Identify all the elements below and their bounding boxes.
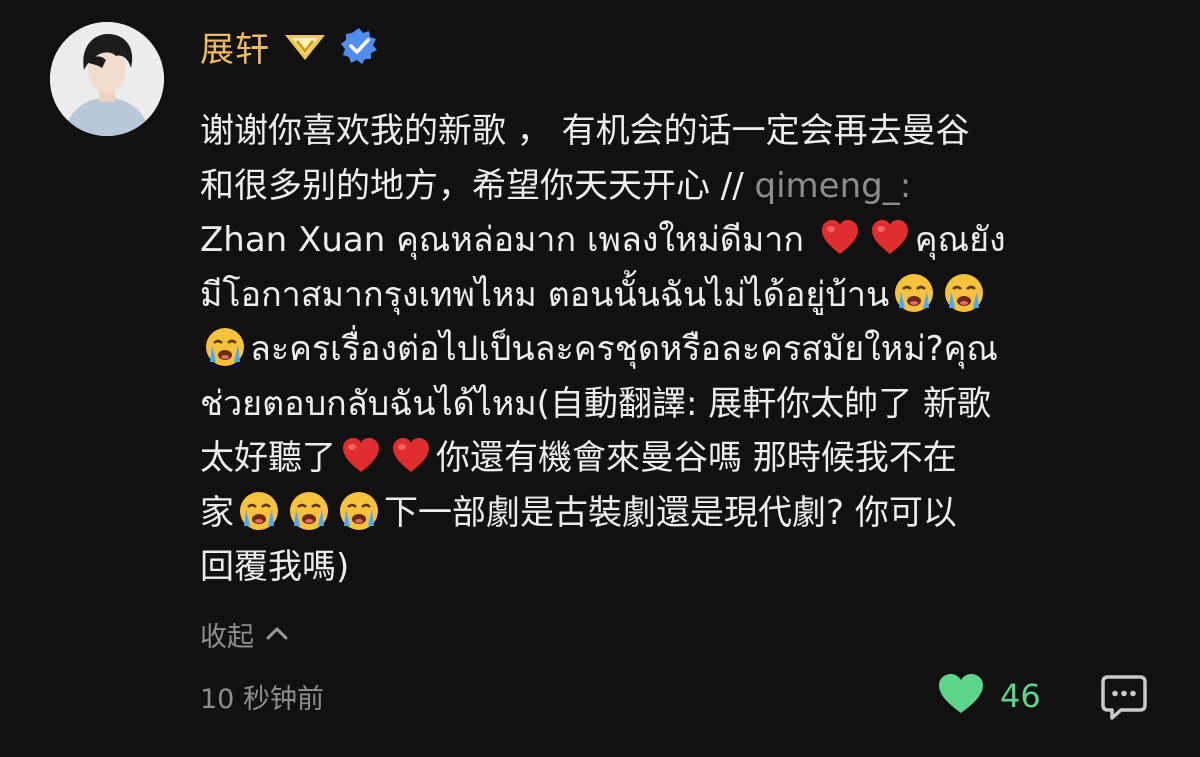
comment-line: ช่วยตอบกลับฉันได้ไหม(自動翻譯: 展軒你太帥了 新歌 (200, 383, 992, 424)
comment-text-segment: 家 (200, 492, 234, 533)
chevron-up-icon (264, 619, 290, 650)
loudly-crying-face-icon (238, 490, 280, 532)
comment-line: 谢谢你喜欢我的新歌 ， 有机会的话一定会再去曼谷 (200, 111, 970, 151)
reply-button[interactable] (1099, 672, 1149, 722)
loudly-crying-face-icon (338, 490, 380, 532)
loudly-crying-face-icon (893, 272, 935, 314)
comment-line: Zhan Xuan คุณหล่อมาก เพลงใหม่ดีมาก คุณยั… (200, 213, 1165, 268)
chat-bubble-icon (1099, 672, 1149, 722)
gold-diamond-badge-icon (282, 29, 328, 63)
author-header: 展轩 (200, 18, 378, 74)
comment-text-segment: มีโอกาสมากรุงเทพไหม ตอนนั้นฉันไม่ได้อยู่… (200, 274, 890, 315)
comment-line: 和很多别的地方，希望你天天开心 // qimeng_: (200, 159, 1165, 214)
comment-line: ละครเรื่องต่อไปเป็นละครชุดหรือละครสมัยให… (200, 322, 1165, 377)
comment-line: 回覆我嗎) (200, 547, 350, 587)
comment-line: 太好聽了 你還有機會來曼谷嗎 那時候我不在 (200, 431, 1165, 486)
loudly-crying-face-icon (288, 490, 330, 532)
red-heart-icon (340, 435, 382, 477)
like-button[interactable]: 46 (936, 672, 1041, 720)
comment-text-segment: คุณยัง (914, 220, 1006, 260)
comment-text-segment: 和很多别的地方，希望你天天开心 // (200, 165, 755, 206)
mention-link[interactable]: qimeng_: (755, 166, 912, 206)
comment-text-segment: 太好聽了 (200, 438, 336, 478)
verified-check-icon (340, 27, 378, 65)
comment-line: 家 下一部劇是古裝劇還是現代劇? 你可以 (200, 486, 1165, 541)
red-heart-icon (390, 435, 432, 477)
comment-text-segment: Zhan Xuan คุณหล่อมาก เพลงใหม่ดีมาก (200, 220, 815, 260)
collapse-button[interactable]: 收起 (200, 615, 290, 654)
timestamp: 10 秒钟前 (200, 684, 324, 715)
heart-icon (936, 672, 986, 720)
like-count: 46 (1000, 677, 1041, 715)
comment-text-segment: 你還有機會來曼谷嗎 那時候我不在 (436, 438, 957, 478)
red-heart-icon (819, 217, 861, 259)
author-name[interactable]: 展轩 (200, 22, 270, 71)
comment-text: 谢谢你喜欢我的新歌 ， 有机会的话一定会再去曼谷 和很多别的地方，希望你天天开心… (200, 104, 1165, 595)
comment-text-segment: ละครเรื่องต่อไปเป็นละครชุดหรือละครสมัยให… (250, 329, 998, 369)
comment-text-segment: 下一部劇是古裝劇還是現代劇? 你可以 (384, 492, 957, 533)
avatar-image (50, 22, 164, 136)
loudly-crying-face-icon (204, 326, 246, 368)
comment-line: มีโอกาสมากรุงเทพไหม ตอนนั้นฉันไม่ได้อยู่… (200, 268, 1165, 323)
collapse-label: 收起 (200, 622, 254, 653)
red-heart-icon (869, 217, 911, 259)
avatar[interactable] (50, 22, 164, 136)
loudly-crying-face-icon (943, 272, 985, 314)
